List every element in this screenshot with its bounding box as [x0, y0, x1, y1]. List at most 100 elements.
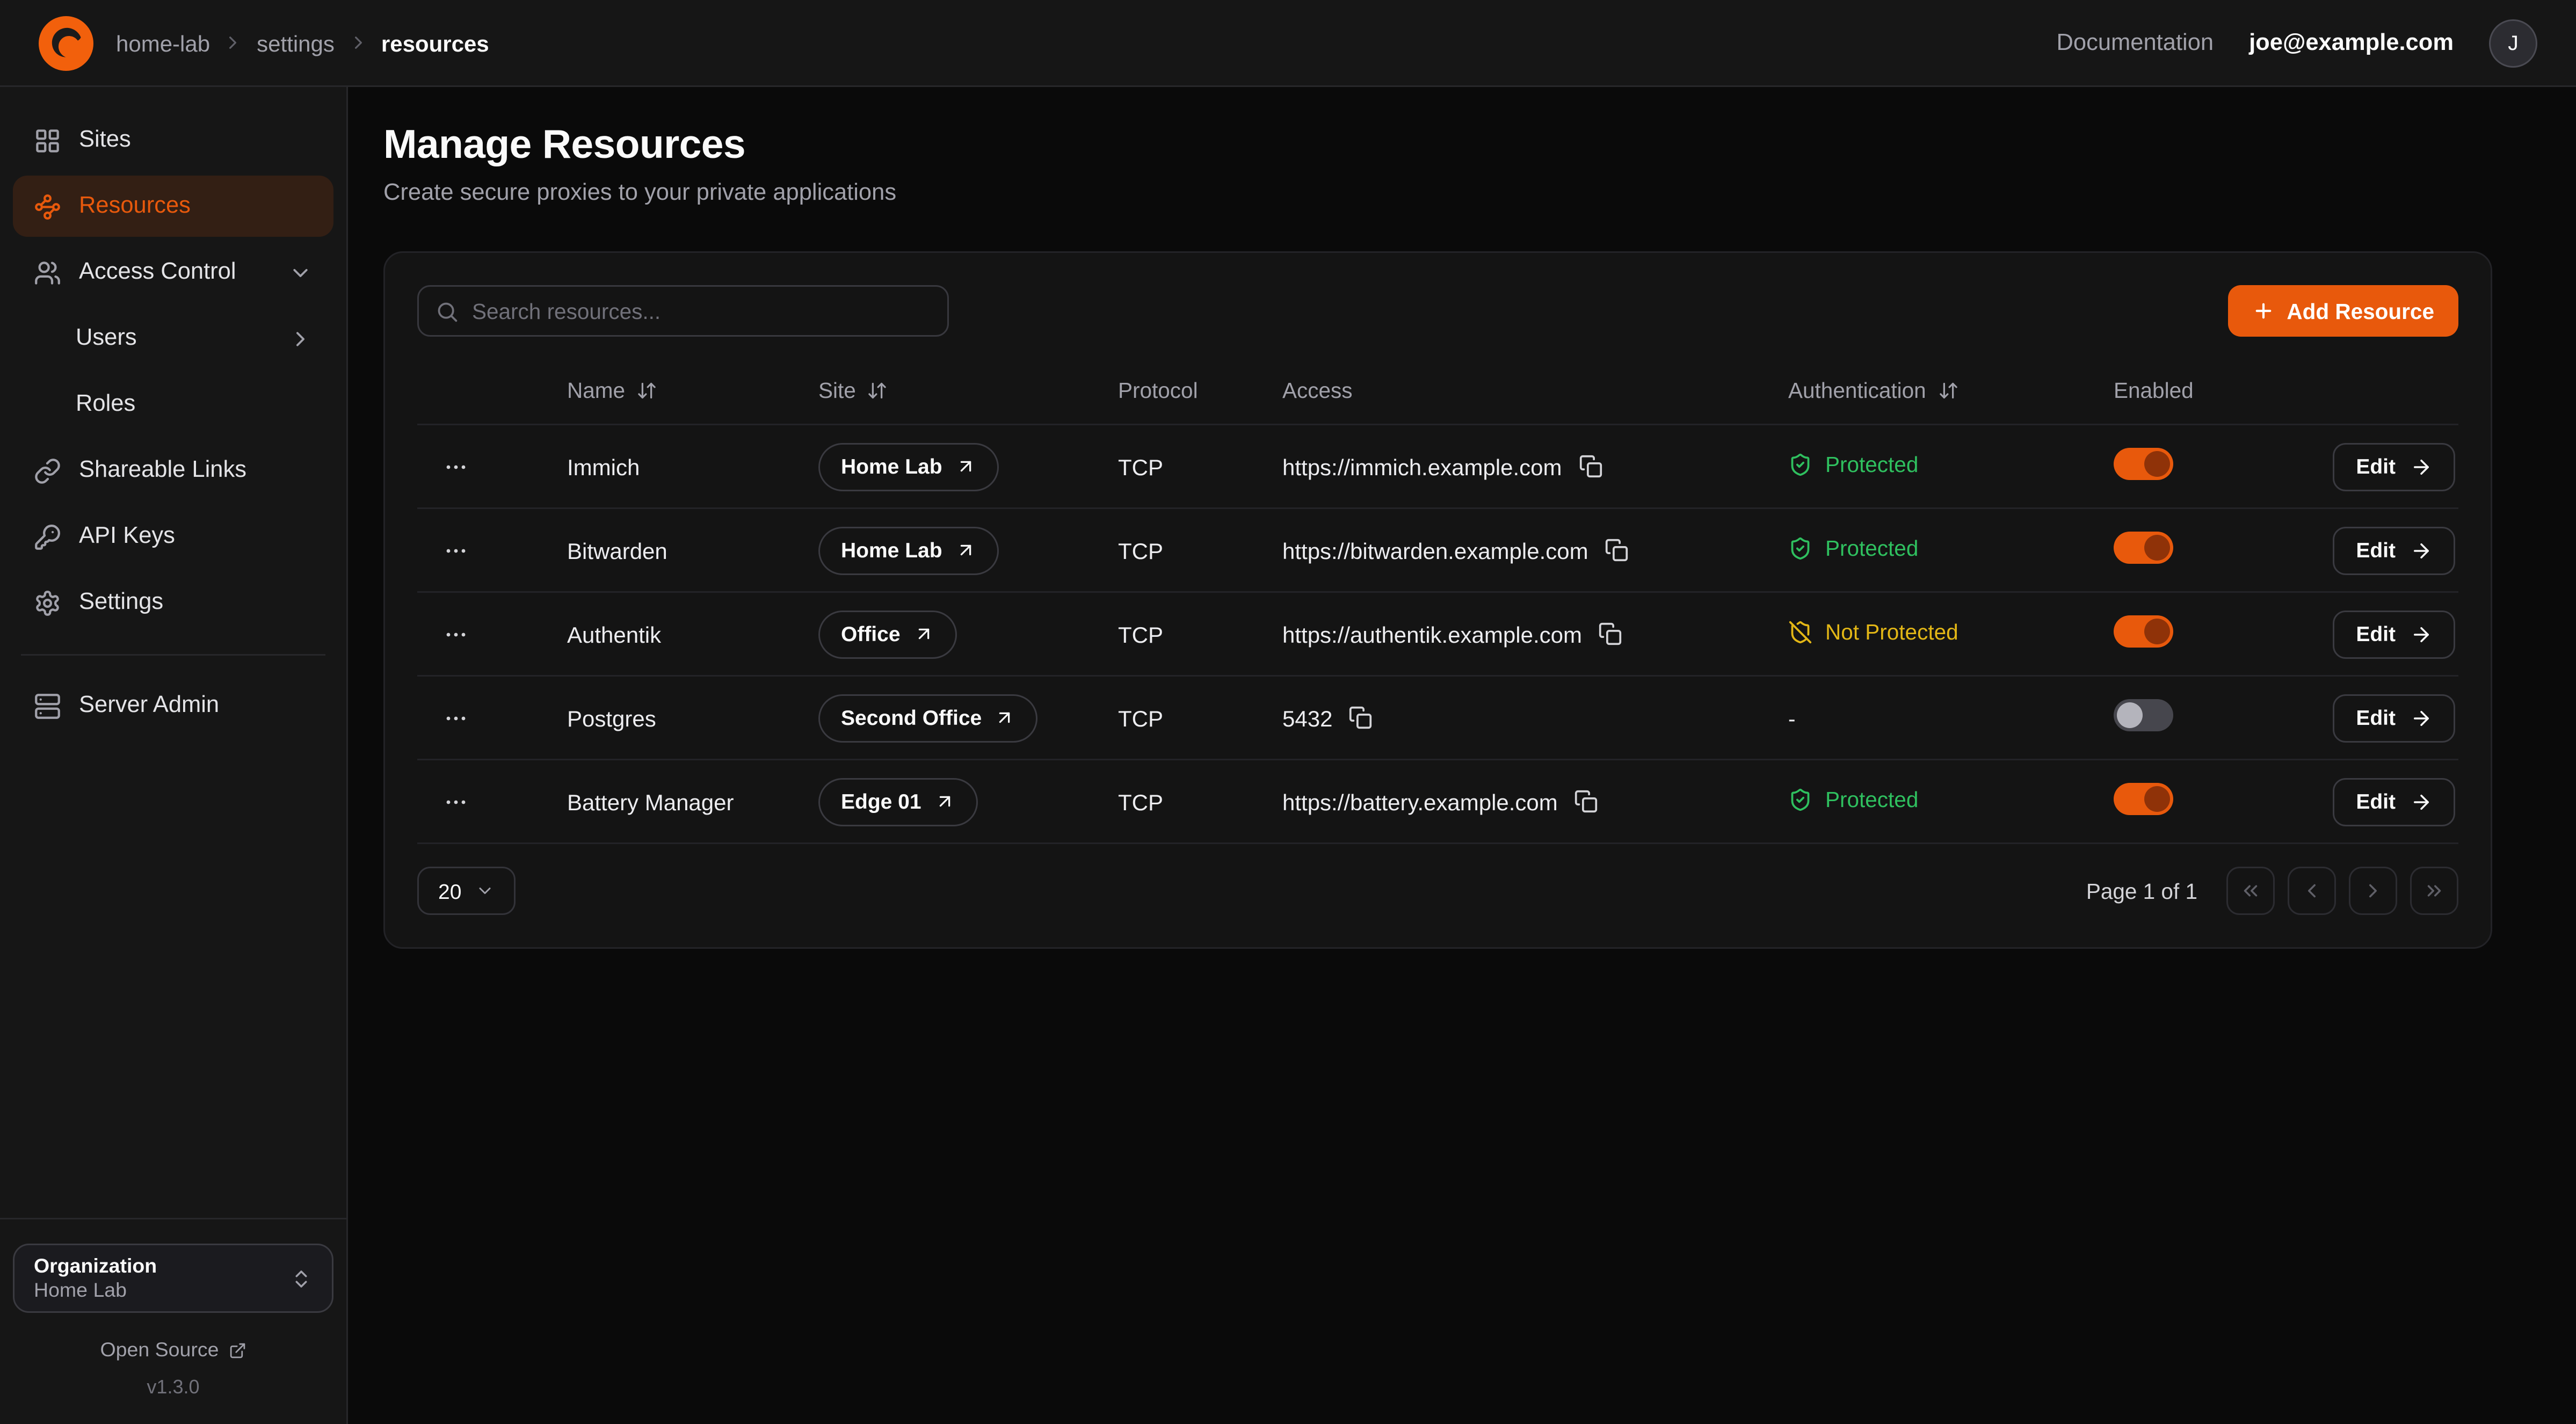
breadcrumb-resources[interactable]: resources: [381, 30, 489, 56]
last-page-button[interactable]: [2410, 867, 2458, 915]
add-resource-label: Add Resource: [2287, 299, 2434, 323]
cell-edit: Edit: [2331, 442, 2458, 491]
site-link-button[interactable]: Home Lab: [818, 526, 999, 575]
cell-access: https://battery.example.com: [1282, 789, 1788, 815]
arrow-right-icon: [2410, 623, 2433, 645]
page-info: Page 1 of 1: [2086, 879, 2197, 903]
copy-button[interactable]: [1598, 622, 1622, 646]
open-source-label: Open Source: [100, 1339, 219, 1361]
edit-button[interactable]: Edit: [2333, 694, 2455, 742]
row-menu-button[interactable]: [435, 529, 477, 571]
column-name[interactable]: Name: [567, 378, 818, 402]
enabled-toggle[interactable]: [2114, 615, 2173, 648]
link-icon: [34, 457, 61, 484]
cell-name: Bitwarden: [567, 537, 818, 563]
table-row: Postgres Second Office TCP 5432 -: [417, 675, 2458, 759]
server-icon: [34, 692, 61, 720]
breadcrumb-org[interactable]: home-lab: [116, 30, 210, 56]
add-resource-button[interactable]: Add Resource: [2229, 285, 2458, 337]
chevron-down-icon: [288, 260, 313, 285]
copy-button[interactable]: [1578, 454, 1602, 478]
cell-row-menu: [417, 446, 567, 488]
column-site[interactable]: Site: [818, 378, 1118, 402]
toggle-knob: [2144, 451, 2170, 477]
breadcrumb-settings[interactable]: settings: [257, 30, 335, 56]
search-box: [417, 285, 949, 337]
page-size-select[interactable]: 20: [417, 867, 516, 915]
previous-page-button[interactable]: [2288, 867, 2336, 915]
column-name-label: Name: [567, 378, 625, 402]
access-value: 5432: [1282, 705, 1332, 731]
sidebar-item-label: API Keys: [79, 524, 175, 549]
site-name: Home Lab: [841, 538, 942, 562]
site-link-button[interactable]: Home Lab: [818, 442, 999, 491]
copy-button[interactable]: [1574, 789, 1598, 813]
search-icon: [435, 299, 459, 323]
row-menu-button[interactable]: [435, 613, 477, 655]
copy-button[interactable]: [1348, 706, 1373, 730]
open-source-link[interactable]: Open Source: [13, 1339, 333, 1361]
cell-row-menu: [417, 613, 567, 655]
card-toolbar: Add Resource: [417, 285, 2458, 337]
table-body: Immich Home Lab TCP https://immich.examp…: [417, 424, 2458, 842]
cell-enabled: [2114, 532, 2331, 569]
cell-site: Home Lab: [818, 526, 1118, 575]
sidebar-item-settings[interactable]: Settings: [13, 572, 333, 633]
sidebar-item-access-control[interactable]: Access Control: [13, 242, 333, 303]
chevron-left-icon: [2301, 880, 2323, 902]
sidebar-bottom: Organization Home Lab Open Source v1.3.0: [13, 1218, 333, 1398]
copy-button[interactable]: [1605, 538, 1629, 562]
enabled-toggle[interactable]: [2114, 699, 2173, 731]
next-page-button[interactable]: [2349, 867, 2397, 915]
sort-icon: [636, 380, 657, 401]
resources-table: Name Site Protocol Access: [417, 356, 2458, 842]
shield-check-icon: [1788, 787, 1812, 811]
app-logo-icon[interactable]: [39, 16, 93, 70]
ellipsis-icon: [443, 705, 469, 731]
cell-protocol: TCP: [1118, 705, 1282, 731]
external-link-icon: [228, 1341, 246, 1359]
table-row: Authentik Office TCP https://authentik.e…: [417, 591, 2458, 675]
cell-authentication: Protected: [1788, 452, 2114, 481]
table-row: Bitwarden Home Lab TCP https://bitwarden…: [417, 507, 2458, 591]
enabled-toggle[interactable]: [2114, 448, 2173, 480]
row-menu-button[interactable]: [435, 781, 477, 823]
organization-selector[interactable]: Organization Home Lab: [13, 1244, 333, 1313]
copy-icon: [1574, 789, 1598, 813]
chevron-right-icon: [347, 32, 368, 53]
enabled-toggle[interactable]: [2114, 532, 2173, 564]
sidebar-item-sites[interactable]: Sites: [13, 110, 333, 171]
sidebar-item-users[interactable]: Users: [13, 308, 333, 369]
documentation-link[interactable]: Documentation: [2057, 30, 2214, 56]
sidebar-bottom-divider: [0, 1218, 346, 1219]
search-input[interactable]: [417, 285, 949, 337]
site-link-button[interactable]: Second Office: [818, 694, 1038, 742]
edit-button[interactable]: Edit: [2333, 526, 2455, 575]
row-menu-button[interactable]: [435, 446, 477, 488]
sidebar-item-api-keys[interactable]: API Keys: [13, 506, 333, 567]
user-email[interactable]: joe@example.com: [2249, 30, 2454, 56]
edit-button[interactable]: Edit: [2333, 442, 2455, 491]
arrow-right-icon: [2410, 707, 2433, 729]
sidebar-item-resources[interactable]: Resources: [13, 176, 333, 237]
edit-button[interactable]: Edit: [2333, 778, 2455, 826]
enabled-toggle[interactable]: [2114, 783, 2173, 815]
column-authentication[interactable]: Authentication: [1788, 378, 2114, 402]
organization-text: Organization Home Lab: [34, 1255, 157, 1302]
edit-button[interactable]: Edit: [2333, 610, 2455, 658]
edit-label: Edit: [2356, 789, 2396, 813]
toggle-knob: [2144, 786, 2170, 812]
sidebar-item-roles[interactable]: Roles: [13, 374, 333, 435]
cell-row-menu: [417, 697, 567, 739]
first-page-button[interactable]: [2226, 867, 2275, 915]
sidebar-item-server-admin[interactable]: Server Admin: [13, 675, 333, 736]
avatar[interactable]: J: [2489, 19, 2537, 67]
arrow-right-icon: [2410, 455, 2433, 478]
sidebar-item-shareable-links[interactable]: Shareable Links: [13, 440, 333, 501]
cell-name: Authentik: [567, 621, 818, 647]
site-link-button[interactable]: Office: [818, 610, 957, 658]
site-link-button[interactable]: Edge 01: [818, 778, 978, 826]
arrow-up-right-icon: [934, 791, 955, 812]
row-menu-button[interactable]: [435, 697, 477, 739]
auth-label: Protected: [1825, 787, 1918, 811]
